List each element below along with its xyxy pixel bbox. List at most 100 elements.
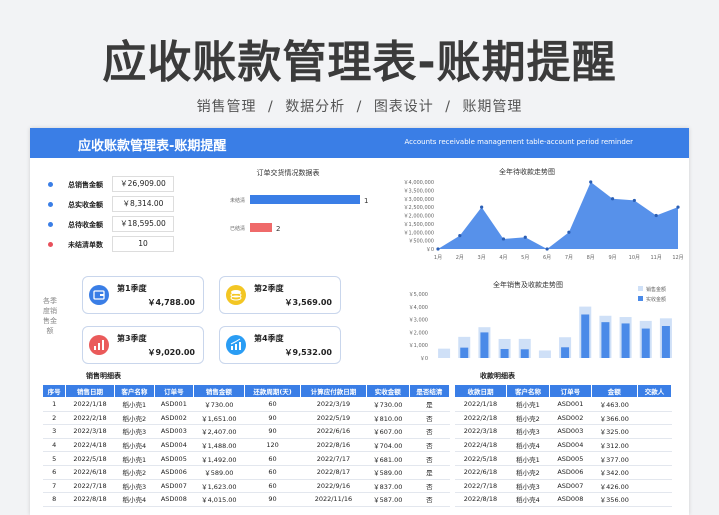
table-cell: ASD007 bbox=[549, 479, 592, 494]
x-tick-label: 5月 bbox=[521, 255, 529, 261]
legend-label: 销售金额 bbox=[646, 286, 666, 293]
y-tick-label: ￥2,000 bbox=[409, 330, 428, 336]
receipt-col-header[interactable]: 金额 bbox=[590, 384, 638, 398]
quarter-card-q1[interactable]: 第1季度 ￥4,788.00 bbox=[82, 276, 204, 314]
table-cell bbox=[637, 438, 672, 453]
sales-col-header[interactable]: 序号 bbox=[41, 384, 67, 398]
x-tick-label: 2月 bbox=[456, 255, 464, 261]
area-point bbox=[654, 213, 658, 218]
kpi-unsettled-count: 未结清单数 10 bbox=[38, 236, 198, 254]
bar-sales bbox=[438, 348, 451, 358]
table-row[interactable]: 5 2022/5/18 稻小壳1 ASD005 ￥1,492.00 60 2022/7/17… bbox=[42, 451, 450, 466]
table-cell: 2 bbox=[42, 411, 66, 426]
table-cell: 60 bbox=[244, 479, 301, 494]
area-point bbox=[436, 247, 440, 251]
table-cell: ASD005 bbox=[549, 451, 592, 466]
sales-col-header[interactable]: 销售金额 bbox=[192, 384, 245, 398]
table-cell: ￥589.00 bbox=[366, 465, 410, 480]
receipt-col-header[interactable]: 收款日期 bbox=[454, 384, 507, 398]
table-cell: 2022/6/18 bbox=[65, 465, 115, 480]
sheet-banner: 应收账款管理表-账期提醒 Accounts receivable managem… bbox=[30, 128, 689, 158]
table-row[interactable]: 2022/2/18 稻小壳2 ASD002 ￥366.00 bbox=[454, 411, 672, 426]
table-cell: ASD004 bbox=[154, 438, 194, 453]
table-row[interactable]: 2022/1/18 稻小壳1 ASD001 ￥463.00 bbox=[454, 397, 672, 412]
area-point bbox=[480, 205, 484, 209]
quarter-name: 第4季度 bbox=[254, 334, 284, 343]
table-cell: ￥325.00 bbox=[591, 424, 638, 439]
sales-col-header[interactable]: 销售日期 bbox=[65, 384, 115, 398]
table-cell: ￥1,651.00 bbox=[193, 411, 245, 426]
spreadsheet-preview: 应收账款管理表-账期提醒 Accounts receivable managem… bbox=[30, 128, 689, 515]
table-cell: 2022/5/18 bbox=[454, 451, 507, 466]
pending-trend-chart: 全年待收款走势图 ￥0 ￥500,000 ￥1,000,000 ￥1,500,000 ￥… bbox=[368, 164, 686, 261]
table-cell: 否 bbox=[409, 479, 450, 494]
table-cell: 稻小壳2 bbox=[114, 411, 155, 426]
receipt-table: 收款日期 客户名称 订单号 金额 交款人 2022/1/18 稻小壳1 ASD001 ￥463… bbox=[454, 384, 673, 507]
table-cell: 120 bbox=[244, 438, 301, 453]
quarter-card-q3[interactable]: 第3季度 ￥9,020.00 bbox=[82, 326, 204, 364]
hero-title: 应收账款管理表-账期提醒 bbox=[102, 37, 617, 88]
table-cell: ASD007 bbox=[154, 479, 194, 494]
y-tick-label: ￥3,500,000 bbox=[404, 188, 434, 194]
table-cell bbox=[637, 397, 672, 412]
table-cell: 60 bbox=[244, 397, 301, 412]
quarter-card-q4[interactable]: 第4季度 ￥9,532.00 bbox=[219, 326, 341, 364]
x-tick-label: 4月 bbox=[499, 255, 507, 261]
table-row[interactable]: 8 2022/8/18 稻小壳4 ASD008 ￥4,015.00 90 2022/11/1… bbox=[42, 492, 450, 507]
sales-col-header[interactable]: 还款周期(天) bbox=[243, 384, 302, 398]
receipt-table-header: 收款日期 客户名称 订单号 金额 交款人 bbox=[454, 384, 673, 398]
table-cell: ￥342.00 bbox=[591, 465, 638, 480]
table-row[interactable]: 2022/5/18 稻小壳1 ASD005 ￥377.00 bbox=[454, 451, 672, 466]
table-cell: 4 bbox=[42, 438, 66, 453]
bar-received bbox=[561, 347, 570, 358]
receipt-col-header[interactable]: 订单号 bbox=[549, 384, 592, 398]
area-chart-svg: ￥0 ￥500,000 ￥1,000,000 ￥1,500,000 ￥2,000,000… bbox=[404, 180, 684, 261]
table-cell bbox=[637, 492, 672, 507]
bar-received bbox=[500, 348, 509, 358]
table-row[interactable]: 1 2022/1/18 稻小壳1 ASD001 ￥730.00 60 2022/3/19 ￥7… bbox=[42, 397, 450, 412]
table-row[interactable]: 2 2022/2/18 稻小壳2 ASD002 ￥1,651.00 90 2022/5/19… bbox=[42, 411, 450, 426]
table-cell: ￥463.00 bbox=[591, 397, 638, 412]
table-row[interactable]: 4 2022/4/18 稻小壳4 ASD004 ￥1,488.00 120 2022/8/1… bbox=[42, 438, 450, 453]
sales-col-header[interactable]: 实收金额 bbox=[365, 384, 410, 398]
quarter-value: ￥9,532.00 bbox=[284, 348, 332, 357]
tag-separator: / bbox=[356, 99, 363, 115]
area-point bbox=[589, 180, 593, 184]
receipt-col-header[interactable]: 交款人 bbox=[636, 384, 673, 398]
kpi-total-received: 总实收金额 ￥8,314.00 bbox=[38, 196, 198, 214]
table-row[interactable]: 2022/6/18 稻小壳2 ASD006 ￥342.00 bbox=[454, 465, 672, 480]
table-cell: ￥366.00 bbox=[591, 411, 638, 426]
quarter-card-q2[interactable]: 第2季度 ￥3,569.00 bbox=[219, 276, 341, 314]
table-cell: ASD008 bbox=[549, 492, 592, 507]
table-row[interactable]: 7 2022/7/18 稻小壳3 ASD007 ￥1,623.00 60 2022/9/16… bbox=[42, 479, 450, 494]
receipt-col-header[interactable]: 客户名称 bbox=[505, 384, 551, 398]
table-row[interactable]: 6 2022/6/18 稻小壳2 ASD006 ￥589.00 60 2022/8/17 ￥5… bbox=[42, 465, 450, 480]
table-cell: 2022/1/18 bbox=[65, 397, 115, 412]
table-row[interactable]: 3 2022/3/18 稻小壳3 ASD003 ￥2,407.00 90 2022/6/16… bbox=[42, 424, 450, 439]
tag-separator: / bbox=[445, 99, 451, 115]
area-point bbox=[545, 247, 549, 251]
table-row[interactable]: 2022/4/18 稻小壳4 ASD004 ￥312.00 bbox=[454, 438, 672, 453]
tag-analysis: 数据分析 bbox=[285, 99, 346, 115]
table-cell: 5 bbox=[42, 451, 66, 466]
area-point bbox=[458, 234, 462, 238]
bar-received bbox=[460, 347, 469, 358]
table-cell: ￥589.00 bbox=[193, 465, 245, 480]
sales-col-header[interactable]: 是否结清 bbox=[408, 384, 451, 398]
sales-table: 序号 销售日期 客户名称 订单号 销售金额 还款周期(天) 计算应付款日期 实收金额 是否结清 … bbox=[41, 384, 451, 507]
table-cell: 稻小壳4 bbox=[114, 492, 155, 507]
table-cell: ASD001 bbox=[154, 397, 194, 412]
sales-col-header[interactable]: 订单号 bbox=[153, 384, 194, 398]
x-tick-label: 8月 bbox=[587, 255, 595, 261]
table-cell: ￥704.00 bbox=[366, 438, 410, 453]
table-row[interactable]: 2022/8/18 稻小壳4 ASD008 ￥356.00 bbox=[454, 492, 672, 507]
table-cell: 稻小壳1 bbox=[114, 397, 155, 412]
quarter-value: ￥4,788.00 bbox=[147, 298, 195, 307]
table-row[interactable]: 2022/7/18 稻小壳3 ASD007 ￥426.00 bbox=[454, 479, 672, 494]
wallet-icon bbox=[89, 285, 109, 305]
kpi-label: 未结清单数 bbox=[68, 241, 103, 249]
table-cell: 稻小壳3 bbox=[506, 479, 550, 494]
table-row[interactable]: 2022/3/18 稻小壳3 ASD003 ￥325.00 bbox=[454, 424, 672, 439]
sales-col-header[interactable]: 客户名称 bbox=[113, 384, 155, 398]
sales-col-header[interactable]: 计算应付款日期 bbox=[300, 384, 367, 398]
